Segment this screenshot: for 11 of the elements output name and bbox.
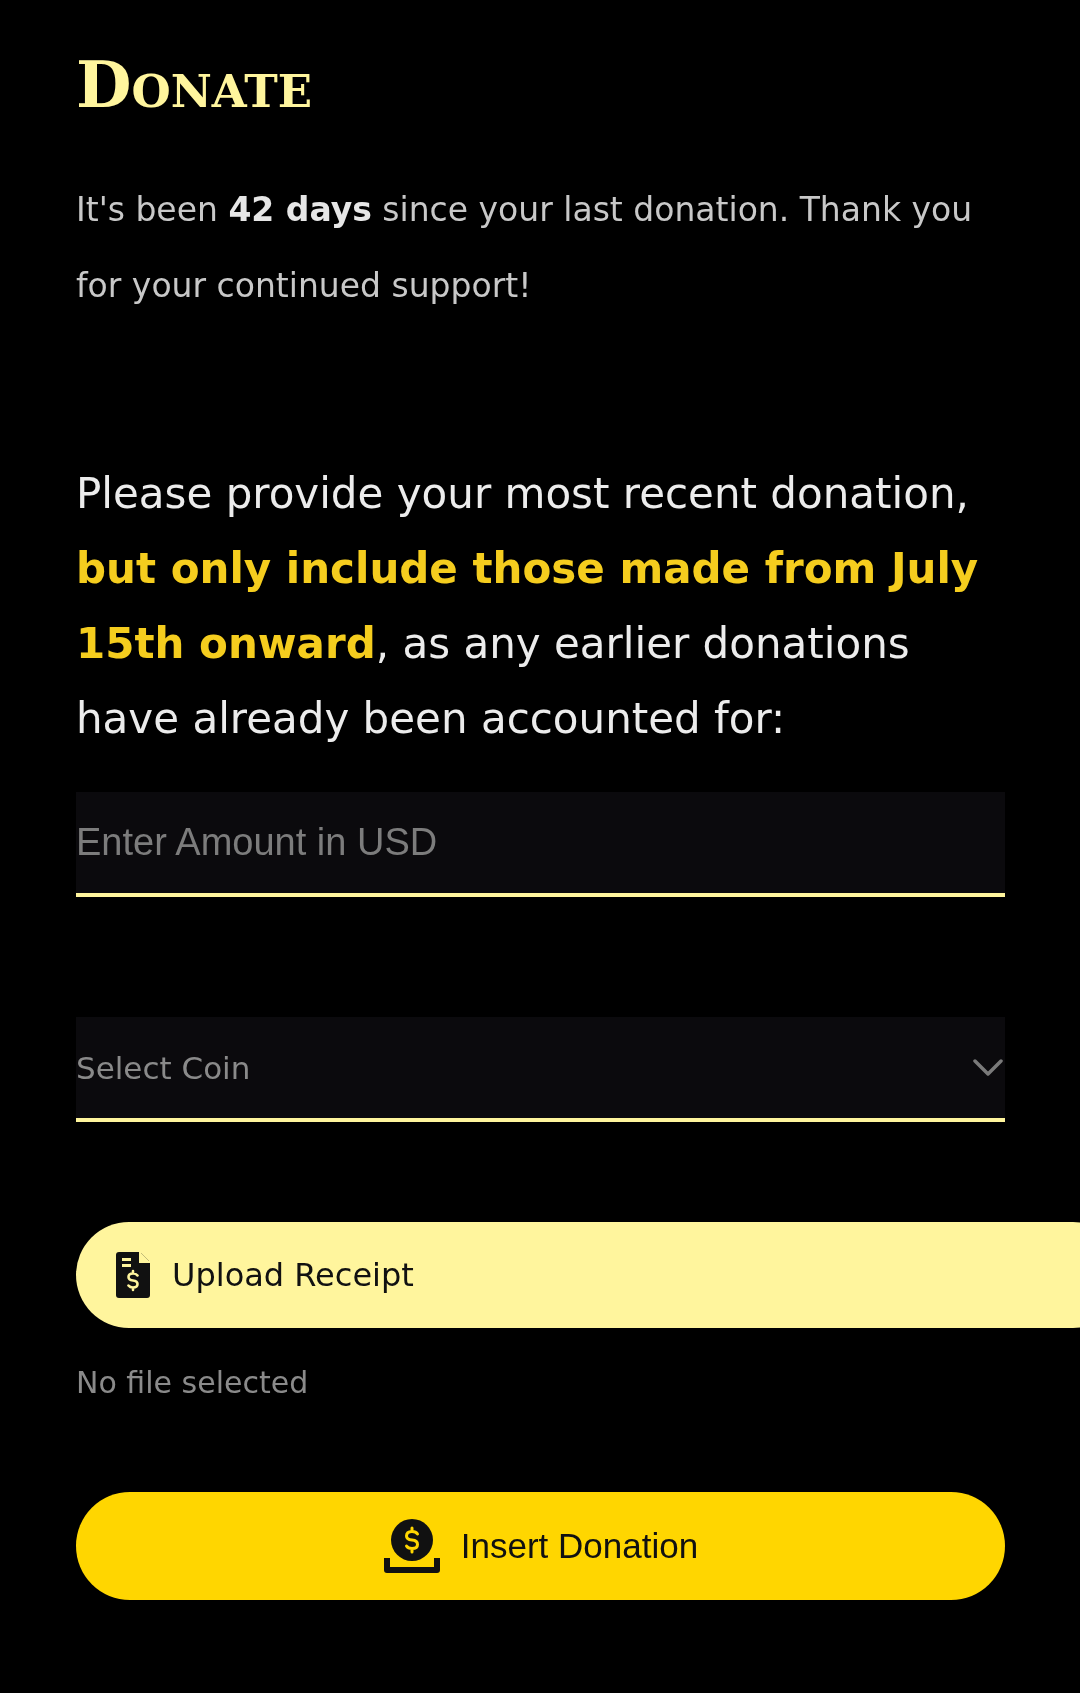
amount-field[interactable]: Enter Amount in USD — [76, 792, 1005, 897]
chevron-down-icon — [973, 1058, 1003, 1077]
intro-text: It's been 42 days since your last donation. Thank you for your continued support! — [76, 189, 974, 307]
file-status-text: No file selected — [76, 1364, 310, 1402]
upload-receipt-button[interactable]: Upload Receipt — [76, 1222, 1080, 1328]
coin-select[interactable]: Select Coin — [76, 1017, 1005, 1122]
instruction-text: Please provide your most recent donation, but only include those made from July 15th onward, as any earlier donations have already been accounted for: — [76, 468, 980, 745]
receipt-icon — [116, 1252, 150, 1298]
coin-deposit-icon — [382, 1518, 441, 1574]
page-title: Donate — [76, 46, 314, 124]
insert-donation-button[interactable]: Insert Donation — [76, 1492, 1005, 1600]
